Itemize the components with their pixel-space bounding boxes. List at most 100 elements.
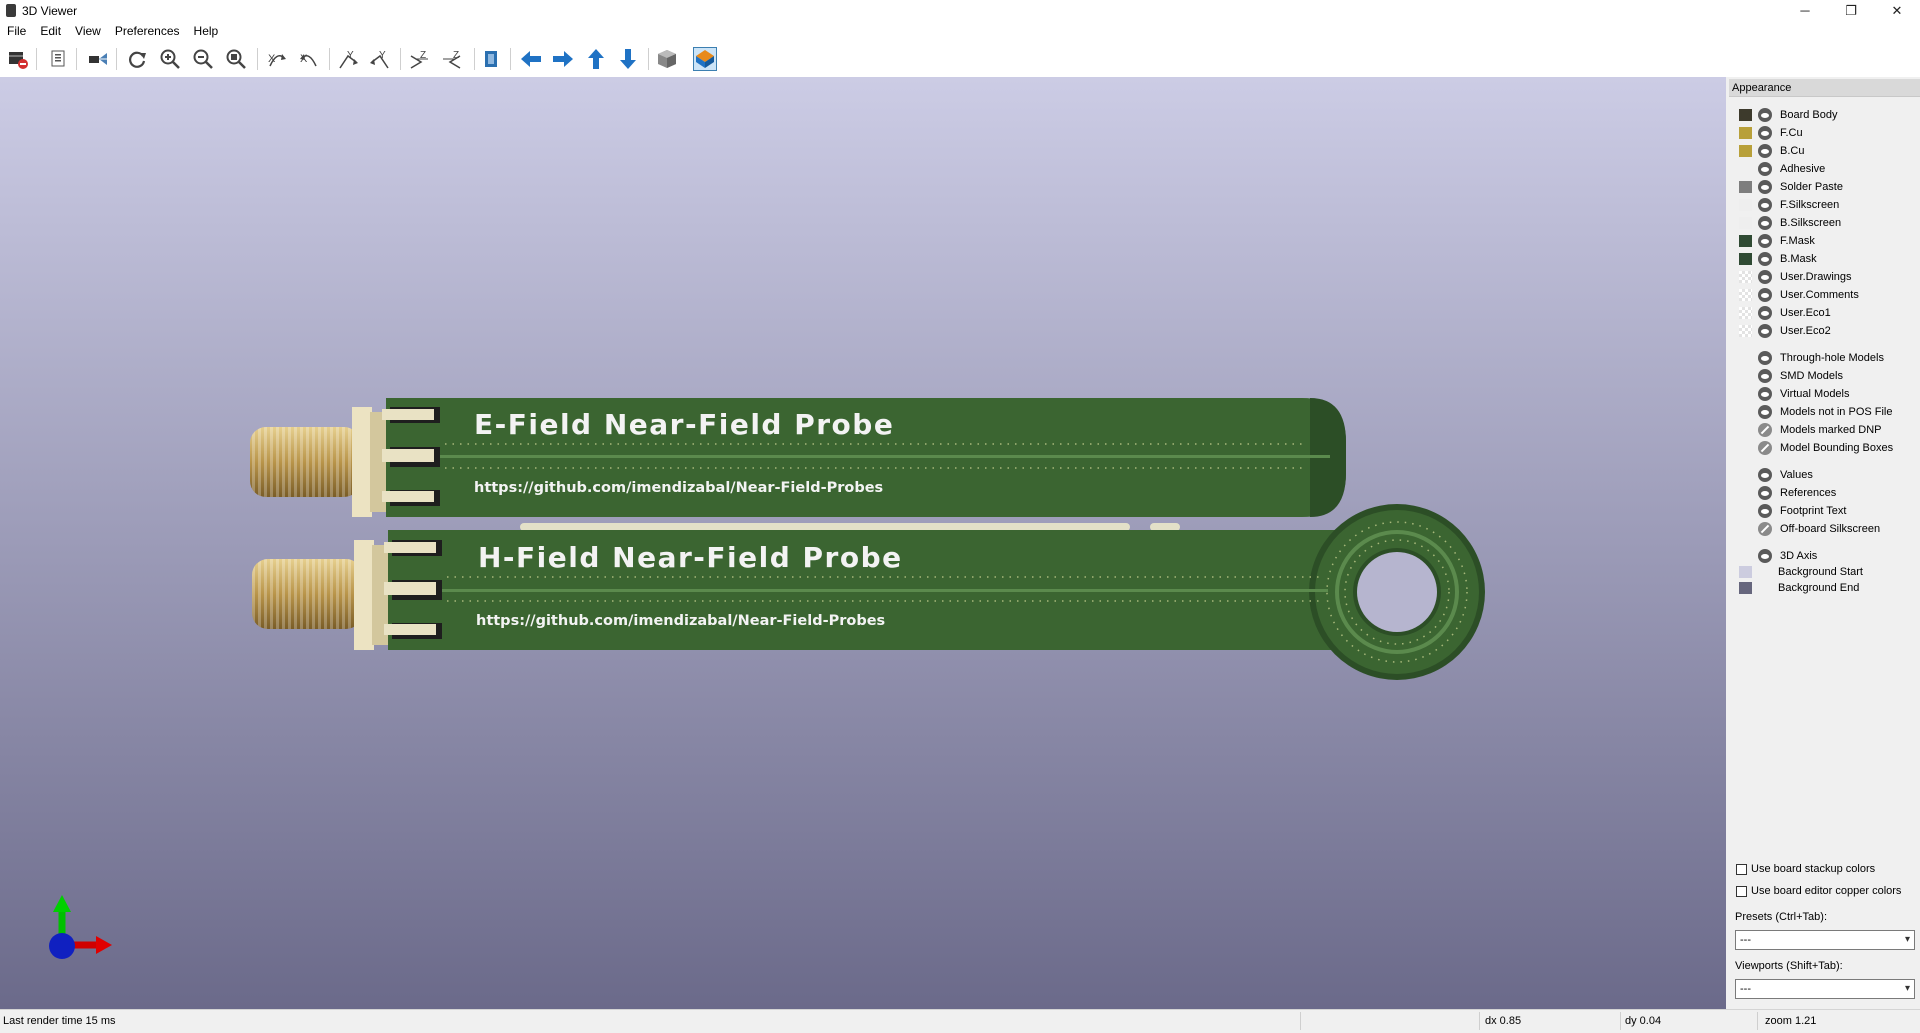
eye-icon[interactable]: [1758, 486, 1772, 500]
layer-row-adhesive[interactable]: Adhesive: [1729, 160, 1920, 178]
layer-row-user-comments[interactable]: User.Comments: [1729, 286, 1920, 304]
color-swatch[interactable]: [1739, 582, 1752, 594]
layer-row-board-body[interactable]: Board Body: [1729, 106, 1920, 124]
layer-row-f-cu[interactable]: F.Cu: [1729, 124, 1920, 142]
rotate-x-ccw-icon[interactable]: X: [297, 47, 321, 71]
pan-down-icon[interactable]: [616, 47, 640, 71]
layer-row-f-mask[interactable]: F.Mask: [1729, 232, 1920, 250]
menu-view[interactable]: View: [68, 21, 108, 41]
viewports-select[interactable]: --- ▾: [1735, 979, 1915, 999]
rotate-y-ccw-icon[interactable]: Y: [368, 47, 392, 71]
color-swatch[interactable]: [1739, 217, 1752, 229]
eye-icon[interactable]: [1758, 108, 1772, 122]
color-swatch[interactable]: [1739, 289, 1752, 301]
color-swatch[interactable]: [1739, 271, 1752, 283]
window-title: 3D Viewer: [22, 3, 78, 18]
row-footprint-text[interactable]: Footprint Text: [1729, 502, 1920, 520]
color-swatch[interactable]: [1739, 199, 1752, 211]
row-off-board-silkscreen[interactable]: Off-board Silkscreen: [1729, 520, 1920, 538]
layer-row-solder-paste[interactable]: Solder Paste: [1729, 178, 1920, 196]
row-through-hole-models[interactable]: Through-hole Models: [1729, 349, 1920, 367]
color-swatch[interactable]: [1739, 181, 1752, 193]
layer-row-b-mask[interactable]: B.Mask: [1729, 250, 1920, 268]
zoom-fit-icon[interactable]: [224, 47, 248, 71]
close-button[interactable]: ✕: [1874, 0, 1920, 21]
raytrace-icon[interactable]: [86, 47, 110, 71]
eye-hidden-icon[interactable]: [1758, 423, 1772, 437]
eye-icon[interactable]: [1758, 198, 1772, 212]
eye-icon[interactable]: [1758, 270, 1772, 284]
row-values[interactable]: Values: [1729, 466, 1920, 484]
color-swatch[interactable]: [1739, 235, 1752, 247]
eye-icon[interactable]: [1758, 234, 1772, 248]
checkbox[interactable]: [1736, 863, 1747, 875]
use-board-stackup-colors-checkbox[interactable]: Use board stackup colors: [1736, 861, 1875, 877]
h-field-probe-board: [384, 504, 1485, 680]
eye-icon[interactable]: [1758, 162, 1772, 176]
layer-row-b-cu[interactable]: B.Cu: [1729, 142, 1920, 160]
eye-icon[interactable]: [1758, 126, 1772, 140]
eye-icon[interactable]: [1758, 252, 1772, 266]
eye-icon[interactable]: [1758, 216, 1772, 230]
row-model-bounding-boxes[interactable]: Model Bounding Boxes: [1729, 439, 1920, 457]
zoom-out-icon[interactable]: [191, 47, 215, 71]
layer-row-user-drawings[interactable]: User.Drawings: [1729, 268, 1920, 286]
color-swatch[interactable]: [1739, 145, 1752, 157]
eye-icon[interactable]: [1758, 288, 1772, 302]
rotate-z-cw-icon[interactable]: Z: [407, 47, 431, 71]
menu-file[interactable]: File: [0, 21, 33, 41]
pan-left-icon[interactable]: [519, 47, 543, 71]
eye-icon[interactable]: [1758, 351, 1772, 365]
3d-viewport[interactable]: E-Field Near-Field Probe https://github.…: [0, 77, 1727, 1009]
menu-preferences[interactable]: Preferences: [108, 21, 187, 41]
zoom-in-icon[interactable]: [158, 47, 182, 71]
eye-icon[interactable]: [1758, 369, 1772, 383]
h-probe-sma-connector: [252, 540, 388, 650]
perspective-toggle-icon[interactable]: [693, 47, 717, 71]
orthographic-icon[interactable]: [655, 47, 679, 71]
flip-board-icon[interactable]: [480, 47, 504, 71]
color-swatch[interactable]: [1739, 566, 1752, 578]
rotate-x-cw-icon[interactable]: X: [265, 47, 289, 71]
presets-select[interactable]: --- ▾: [1735, 930, 1915, 950]
row-smd-models[interactable]: SMD Models: [1729, 367, 1920, 385]
color-swatch[interactable]: [1739, 307, 1752, 319]
maximize-button[interactable]: ❐: [1828, 0, 1874, 21]
eye-icon[interactable]: [1758, 468, 1772, 482]
rotate-y-cw-icon[interactable]: Y: [336, 47, 360, 71]
rotate-z-ccw-icon[interactable]: Z: [440, 47, 464, 71]
minimize-button[interactable]: ─: [1782, 0, 1828, 21]
use-board-editor-copper-colors-checkbox[interactable]: Use board editor copper colors: [1736, 883, 1901, 899]
menu-edit[interactable]: Edit: [33, 21, 68, 41]
eye-icon[interactable]: [1758, 387, 1772, 401]
menu-help[interactable]: Help: [187, 21, 226, 41]
eye-icon[interactable]: [1758, 144, 1772, 158]
layer-row-user-eco1[interactable]: User.Eco1: [1729, 304, 1920, 322]
reload-icon[interactable]: [125, 47, 149, 71]
pan-up-icon[interactable]: [584, 47, 608, 71]
eye-icon[interactable]: [1758, 306, 1772, 320]
copy-image-icon[interactable]: [46, 47, 70, 71]
eye-icon[interactable]: [1758, 405, 1772, 419]
color-swatch[interactable]: [1739, 325, 1752, 337]
color-swatch[interactable]: [1739, 127, 1752, 139]
eye-icon[interactable]: [1758, 180, 1772, 194]
render-icon[interactable]: [6, 47, 30, 71]
eye-icon[interactable]: [1758, 549, 1772, 563]
eye-icon[interactable]: [1758, 504, 1772, 518]
color-swatch[interactable]: [1739, 253, 1752, 265]
layer-row-f-silkscreen[interactable]: F.Silkscreen: [1729, 196, 1920, 214]
row-references[interactable]: References: [1729, 484, 1920, 502]
eye-icon[interactable]: [1758, 324, 1772, 338]
checkbox[interactable]: [1736, 885, 1747, 897]
eye-hidden-icon[interactable]: [1758, 522, 1772, 536]
color-swatch[interactable]: [1739, 109, 1752, 121]
layer-row-b-silkscreen[interactable]: B.Silkscreen: [1729, 214, 1920, 232]
row-virtual-models[interactable]: Virtual Models: [1729, 385, 1920, 403]
pan-right-icon[interactable]: [551, 47, 575, 71]
row-models-marked-dnp[interactable]: Models marked DNP: [1729, 421, 1920, 439]
row-models-not-in-pos[interactable]: Models not in POS File: [1729, 403, 1920, 421]
row-background-end[interactable]: Background End: [1729, 579, 1920, 597]
eye-hidden-icon[interactable]: [1758, 441, 1772, 455]
layer-row-user-eco2[interactable]: User.Eco2: [1729, 322, 1920, 340]
